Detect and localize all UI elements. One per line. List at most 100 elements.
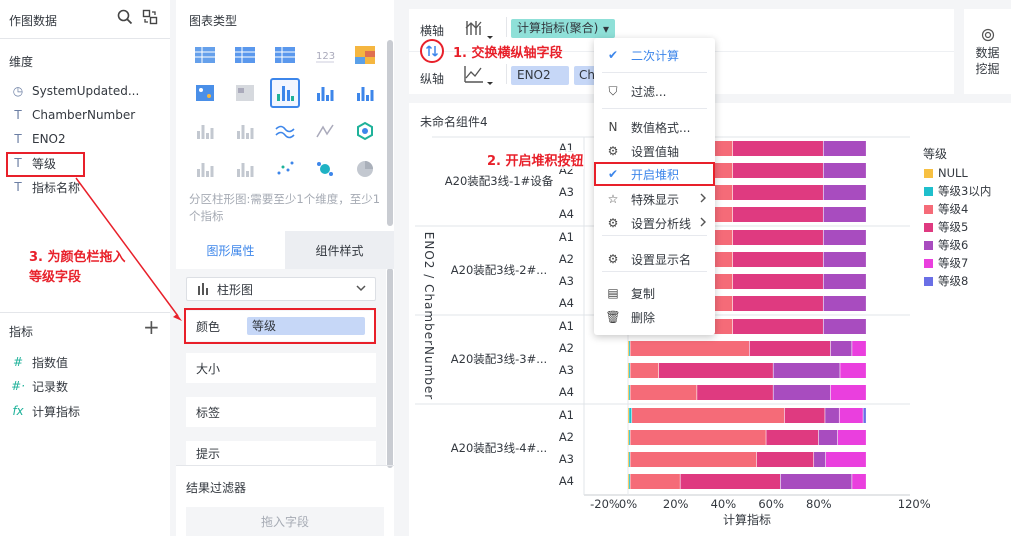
- bar-segment[interactable]: [630, 474, 680, 489]
- bar-segment[interactable]: [852, 474, 866, 489]
- bar-segment[interactable]: [818, 430, 838, 445]
- tab-component-style[interactable]: 组件样式: [285, 231, 394, 269]
- bar-segment[interactable]: [823, 274, 866, 289]
- bar-segment[interactable]: [773, 385, 831, 400]
- bar-segment[interactable]: [823, 185, 866, 200]
- bar-segment[interactable]: [628, 452, 629, 467]
- dimension-field[interactable]: T ChamberNumber: [10, 104, 135, 126]
- radar-icon[interactable]: [310, 116, 340, 146]
- bar-segment[interactable]: [732, 252, 823, 267]
- menu-item[interactable]: ☆ 特殊显示: [594, 187, 715, 211]
- scrollbar[interactable]: [387, 268, 393, 468]
- legend-item[interactable]: 等级6: [924, 237, 968, 253]
- tab-graphic-properties[interactable]: 图形属性: [176, 231, 285, 269]
- dimension-field[interactable]: ◷ SystemUpdated...: [10, 80, 140, 102]
- bar-segment[interactable]: [629, 341, 630, 356]
- bar-segment[interactable]: [630, 385, 697, 400]
- bar-segment[interactable]: [830, 341, 852, 356]
- bar-segment[interactable]: [632, 408, 785, 423]
- bar-segment[interactable]: [773, 363, 840, 378]
- bar-segment[interactable]: [837, 430, 866, 445]
- cross-table-icon[interactable]: [230, 40, 260, 70]
- stacked-bar-icon[interactable]: [350, 78, 380, 108]
- bar-icon[interactable]: [310, 78, 340, 108]
- bar-segment[interactable]: [630, 452, 757, 467]
- data-mining-button[interactable]: 数据 挖掘: [964, 9, 1011, 94]
- legend-item[interactable]: 等级5: [924, 219, 968, 235]
- menu-item[interactable]: ⛉ 过滤...: [594, 79, 715, 103]
- tooltip-prop[interactable]: 提示: [186, 441, 376, 465]
- legend-item[interactable]: 等级3以内: [924, 183, 991, 199]
- bar-segment[interactable]: [732, 319, 823, 334]
- y-axis-field-pill[interactable]: Ch: [574, 66, 596, 85]
- menu-item[interactable]: ✔ 二次计算: [594, 43, 715, 67]
- bar-segment[interactable]: [680, 474, 781, 489]
- bubble-icon[interactable]: [310, 154, 340, 184]
- bar-segment[interactable]: [852, 341, 866, 356]
- chart-type-select[interactable]: 柱形图: [186, 277, 376, 301]
- bar-segment[interactable]: [840, 363, 866, 378]
- y-axis-setting-icon[interactable]: [463, 64, 493, 91]
- menu-item[interactable]: 🗑 删除: [594, 305, 715, 329]
- add-measure-icon[interactable]: +: [143, 317, 160, 337]
- table-icon[interactable]: [190, 40, 220, 70]
- menu-item[interactable]: ⚙ 设置值轴: [594, 139, 715, 163]
- menu-item[interactable]: N 数值格式...: [594, 115, 715, 139]
- bar-segment[interactable]: [839, 408, 863, 423]
- bar-segment[interactable]: [732, 185, 823, 200]
- bar-segment[interactable]: [814, 452, 826, 467]
- bar-segment[interactable]: [732, 207, 823, 222]
- bar-segment[interactable]: [784, 408, 825, 423]
- bar-segment[interactable]: [766, 430, 819, 445]
- dimension-field[interactable]: T 指标名称: [10, 176, 80, 198]
- bar-segment[interactable]: [823, 296, 866, 311]
- bar-segment[interactable]: [825, 452, 866, 467]
- bar-segment[interactable]: [830, 385, 866, 400]
- x-axis-field-pill[interactable]: 计算指标(聚合) ▾: [511, 19, 615, 38]
- bar-segment[interactable]: [756, 452, 814, 467]
- switch-dataset-icon[interactable]: [142, 9, 158, 25]
- bar-segment[interactable]: [749, 341, 831, 356]
- y-axis-field-pill[interactable]: ENO2: [511, 66, 569, 85]
- bar-segment[interactable]: [732, 163, 823, 178]
- measure-field[interactable]: #· 记录数: [10, 375, 68, 397]
- measure-field[interactable]: fx 计算指标: [10, 400, 80, 422]
- ascending-bar-icon[interactable]: [230, 116, 260, 146]
- bar-segment[interactable]: [628, 363, 629, 378]
- menu-item[interactable]: ▤ 复制: [594, 281, 715, 305]
- bar-segment[interactable]: [732, 274, 823, 289]
- gauge-icon[interactable]: [350, 116, 380, 146]
- menu-item[interactable]: ✔ 开启堆积: [594, 162, 715, 186]
- dimension-field[interactable]: T ENO2: [10, 128, 65, 150]
- bar-segment[interactable]: [780, 474, 852, 489]
- filter-drop-zone[interactable]: 拖入字段: [186, 507, 384, 536]
- bar-segment[interactable]: [630, 430, 766, 445]
- column-icon[interactable]: [230, 154, 260, 184]
- matrix-icon[interactable]: [190, 78, 220, 108]
- x-axis-setting-icon[interactable]: [463, 18, 493, 45]
- bar-segment[interactable]: [732, 141, 823, 156]
- legend-item[interactable]: 等级4: [924, 201, 968, 217]
- size-prop[interactable]: 大小: [186, 353, 376, 383]
- bar-segment[interactable]: [823, 230, 866, 245]
- bar-segment[interactable]: [628, 385, 629, 400]
- bar-segment[interactable]: [732, 296, 823, 311]
- pivot-icon[interactable]: [190, 116, 220, 146]
- bar-segment[interactable]: [628, 408, 629, 423]
- bar-segment[interactable]: [630, 341, 750, 356]
- scrollbar[interactable]: [387, 40, 393, 226]
- area-icon[interactable]: [190, 154, 220, 184]
- pie-icon[interactable]: [350, 154, 380, 184]
- bar-segment[interactable]: [629, 430, 630, 445]
- measure-field[interactable]: # 指数值: [10, 351, 68, 373]
- line-icon[interactable]: [270, 116, 300, 146]
- bar-segment[interactable]: [629, 363, 630, 378]
- kpi-card-icon[interactable]: 123: [310, 40, 340, 70]
- bar-segment[interactable]: [823, 163, 866, 178]
- bar-segment[interactable]: [628, 341, 629, 356]
- menu-item[interactable]: ⚙ 设置分析线: [594, 211, 715, 235]
- bar-segment[interactable]: [630, 363, 659, 378]
- bar-segment[interactable]: [629, 408, 632, 423]
- scatter-icon[interactable]: [270, 154, 300, 184]
- bar-segment[interactable]: [863, 408, 866, 423]
